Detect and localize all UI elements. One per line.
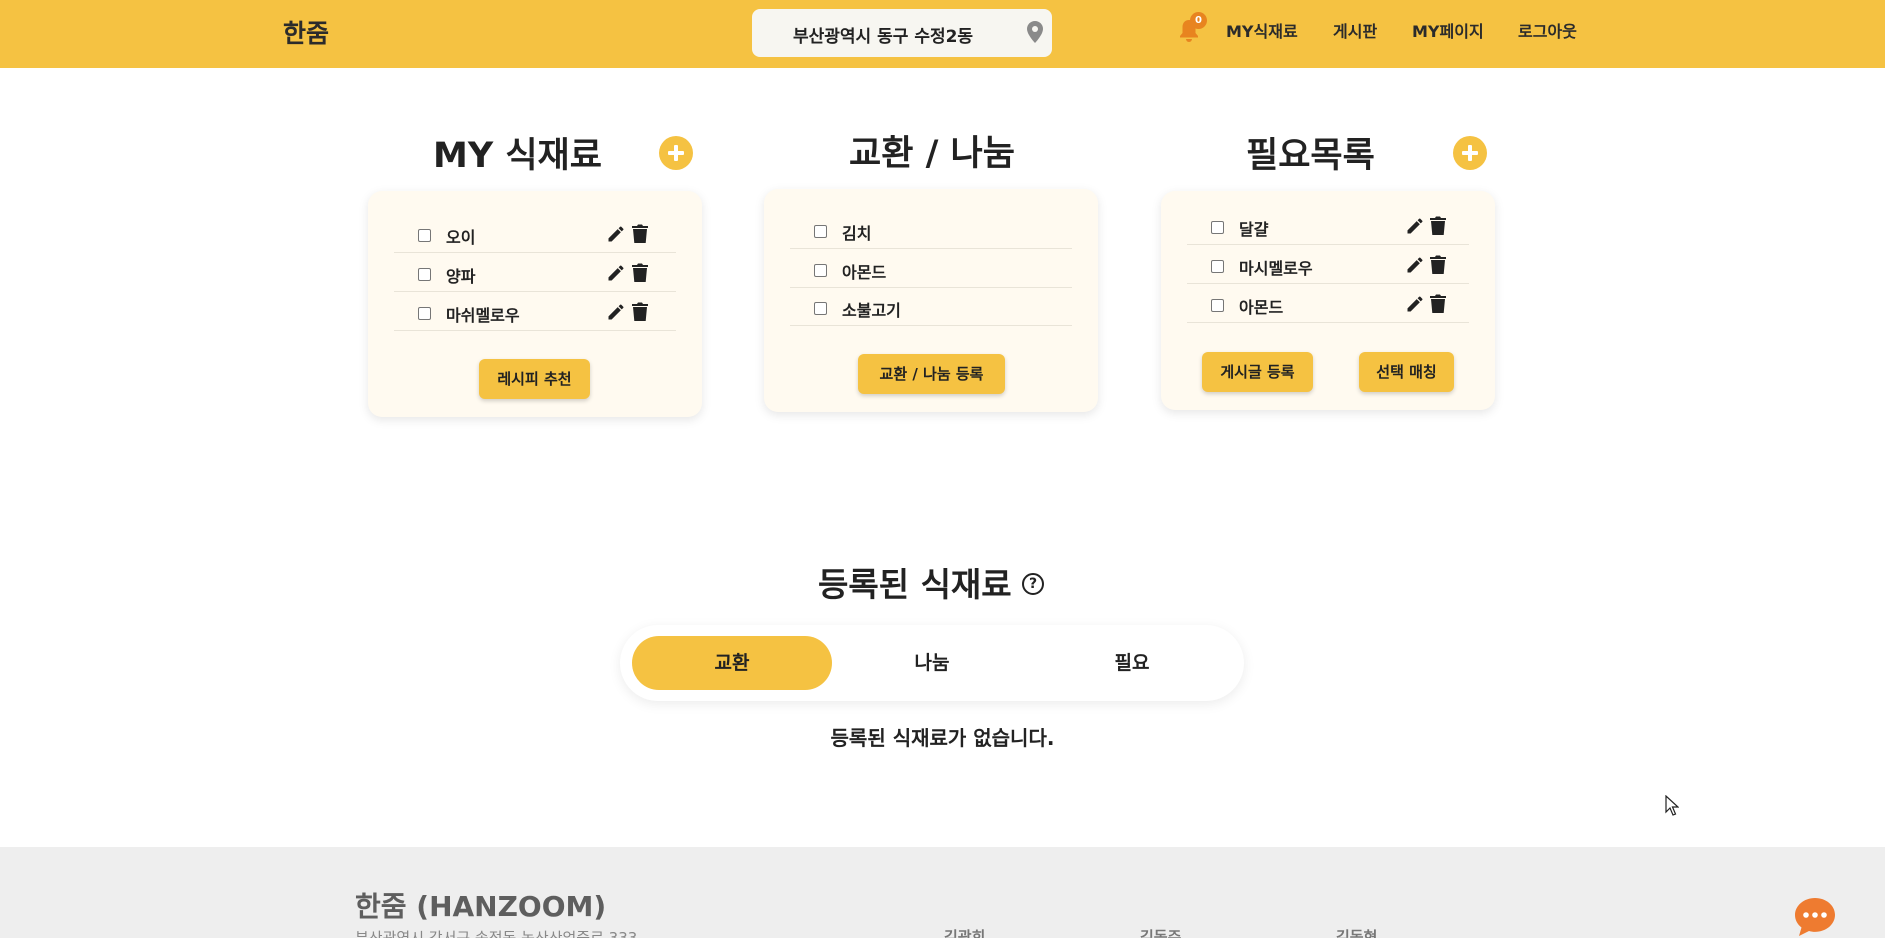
- header: 한줌 부산광역시 동구 수정2동 0 MY식재료 게시판 MY페이지 로그아웃: [0, 0, 1885, 68]
- tab-share[interactable]: 나눔: [832, 636, 1032, 690]
- ingredient-label: 오이: [446, 228, 476, 247]
- pencil-icon[interactable]: [1405, 294, 1425, 314]
- pencil-icon[interactable]: [1405, 255, 1425, 275]
- add-needed-button[interactable]: [1453, 136, 1487, 170]
- trash-icon[interactable]: [1430, 294, 1446, 314]
- registered-title: 등록된 식재료: [818, 565, 1012, 604]
- needed-label: 마시멜로우: [1239, 259, 1313, 278]
- exchange-row: 아몬드: [790, 250, 1072, 288]
- needed-checkbox[interactable]: [1211, 260, 1224, 273]
- footer-member: 김광희: [944, 928, 986, 938]
- needed-label: 달걀: [1239, 220, 1269, 239]
- needed-list-title: 필요목록: [1246, 136, 1375, 176]
- exchange-checkbox[interactable]: [814, 302, 827, 315]
- trash-icon[interactable]: [632, 302, 648, 322]
- ingredient-label: 양파: [446, 267, 476, 286]
- exchange-share-card: 김치 아몬드 소불고기 교환 / 나눔 등록: [764, 189, 1098, 412]
- footer-member: 김동현: [1336, 928, 1378, 938]
- select-match-button[interactable]: 선택 매칭: [1359, 352, 1454, 392]
- exchange-row: 소불고기: [790, 288, 1072, 326]
- exchange-checkbox[interactable]: [814, 264, 827, 277]
- exchange-label: 아몬드: [842, 263, 887, 282]
- pencil-icon[interactable]: [606, 302, 626, 322]
- help-icon[interactable]: ?: [1022, 573, 1044, 595]
- add-ingredient-button[interactable]: [659, 136, 693, 170]
- needed-checkbox[interactable]: [1211, 221, 1224, 234]
- needed-label: 아몬드: [1239, 298, 1284, 317]
- ingredient-row: 오이: [394, 215, 676, 253]
- recipe-recommend-button[interactable]: 레시피 추천: [479, 359, 590, 399]
- nav-board[interactable]: 게시판: [1333, 18, 1377, 42]
- needed-list-card: 달걀 마시멜로우 아몬드 게시글 등록 선택 매칭: [1161, 191, 1495, 410]
- exchange-label: 소불고기: [842, 301, 901, 320]
- pencil-icon[interactable]: [606, 263, 626, 283]
- ingredient-row: 마쉬멜로우: [394, 293, 676, 331]
- site-logo[interactable]: 한줌: [283, 14, 329, 50]
- chat-icon[interactable]: [1794, 896, 1836, 938]
- nav-my-ingredients[interactable]: MY식재료: [1226, 18, 1298, 42]
- needed-row: 마시멜로우: [1187, 246, 1469, 284]
- footer-member: 김동주: [1140, 928, 1182, 938]
- nav-logout[interactable]: 로그아웃: [1518, 18, 1577, 42]
- notification-badge: 0: [1190, 12, 1207, 29]
- exchange-row: 김치: [790, 211, 1072, 249]
- exchange-label: 김치: [842, 224, 872, 243]
- trash-icon[interactable]: [1430, 216, 1446, 236]
- trash-icon[interactable]: [632, 263, 648, 283]
- tab-exchange[interactable]: 교환: [632, 636, 832, 690]
- empty-message: 등록된 식재료가 없습니다.: [830, 726, 1055, 750]
- ingredient-checkbox[interactable]: [418, 229, 431, 242]
- location-selector[interactable]: 부산광역시 동구 수정2동: [752, 9, 1052, 57]
- footer-address: 부산광역시 강서구 송정동 녹산산업중로 333: [355, 929, 638, 938]
- exchange-checkbox[interactable]: [814, 225, 827, 238]
- ingredient-label: 마쉬멜로우: [446, 306, 520, 325]
- pencil-icon[interactable]: [606, 224, 626, 244]
- nav-mypage[interactable]: MY페이지: [1412, 18, 1484, 42]
- my-ingredients-title: MY 식재료: [433, 136, 602, 176]
- ingredient-row: 양파: [394, 254, 676, 292]
- needed-row: 아몬드: [1187, 285, 1469, 323]
- location-text: 부산광역시 동구 수정2동: [793, 27, 974, 47]
- registered-tabs: 교환 나눔 필요: [620, 625, 1244, 701]
- my-ingredients-card: 오이 양파 마쉬멜로우 레시피 추천: [368, 191, 702, 417]
- trash-icon[interactable]: [1430, 255, 1446, 275]
- needed-checkbox[interactable]: [1211, 299, 1224, 312]
- mouse-cursor-icon: [1665, 795, 1679, 816]
- post-register-button[interactable]: 게시글 등록: [1202, 352, 1313, 392]
- ingredient-checkbox[interactable]: [418, 268, 431, 281]
- pencil-icon[interactable]: [1405, 216, 1425, 236]
- exchange-share-title: 교환 / 나눔: [849, 134, 1015, 174]
- ingredient-checkbox[interactable]: [418, 307, 431, 320]
- exchange-register-button[interactable]: 교환 / 나눔 등록: [858, 354, 1005, 394]
- needed-row: 달걀: [1187, 207, 1469, 245]
- footer: 한줌 (HANZOOM) 부산광역시 강서구 송정동 녹산산업중로 333 김광…: [0, 847, 1885, 938]
- map-pin-icon: [1027, 21, 1043, 43]
- footer-title: 한줌 (HANZOOM): [355, 890, 607, 923]
- tab-needed[interactable]: 필요: [1032, 636, 1232, 690]
- trash-icon[interactable]: [632, 224, 648, 244]
